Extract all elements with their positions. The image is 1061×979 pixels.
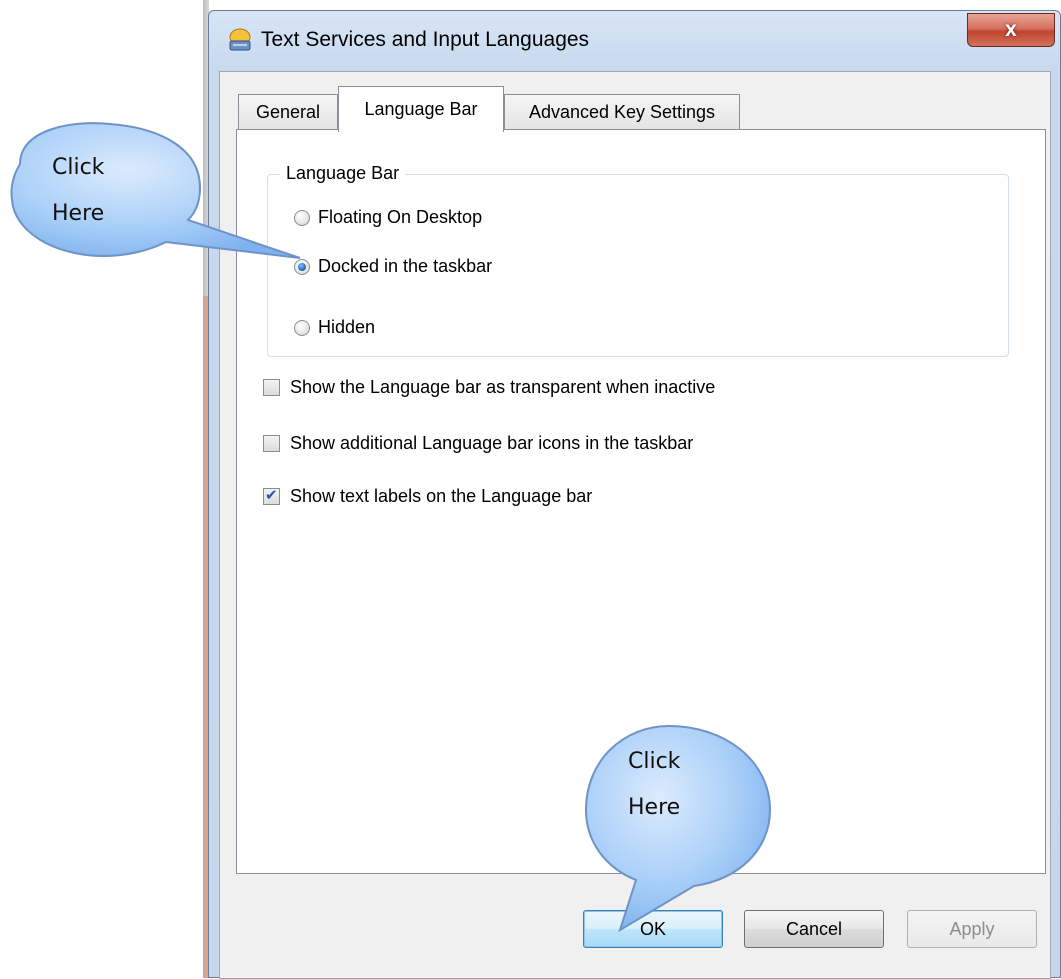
checkbox-checked[interactable]	[263, 486, 280, 505]
cancel-button-label: Cancel	[785, 918, 843, 939]
radio-button[interactable]	[294, 319, 310, 336]
radio-label: Hidden	[318, 317, 376, 337]
callout-bubble-radio	[10, 122, 301, 259]
checkbox-label: Show additional Language bar icons in th…	[290, 433, 694, 453]
radio-floating-on-desktop[interactable]: Floating On Desktop	[294, 207, 482, 228]
checkbox-transparent-when-inactive[interactable]: Show the Language bar as transparent whe…	[263, 377, 715, 398]
checkbox-label: Show the Language bar as transparent whe…	[290, 377, 716, 397]
language-bar-groupbox: Language Bar Floating On Desktop Docked …	[267, 163, 1009, 357]
tab-language-bar[interactable]: Language Bar	[338, 86, 504, 132]
checkbox-show-text-labels[interactable]: Show text labels on the Language bar	[263, 486, 592, 507]
apply-button-label: Apply	[949, 918, 995, 939]
callout-bubble-ok	[584, 724, 772, 933]
close-icon: x	[1005, 18, 1017, 41]
tab-label: Language Bar	[364, 99, 478, 119]
dialog-title: Text Services and Input Languages	[261, 28, 590, 51]
radio-label: Floating On Desktop	[318, 207, 483, 227]
checkbox-additional-icons[interactable]: Show additional Language bar icons in th…	[263, 433, 693, 454]
radio-label: Docked in the taskbar	[318, 256, 493, 276]
radio-docked-in-taskbar[interactable]: Docked in the taskbar	[294, 256, 492, 277]
tab-label: Advanced Key Settings	[528, 102, 716, 122]
checkbox[interactable]	[263, 435, 280, 452]
tab-advanced-key-settings[interactable]: Advanced Key Settings	[504, 94, 740, 130]
callout-text-line1: Click	[52, 155, 105, 180]
apply-button[interactable]: Apply	[907, 910, 1037, 948]
checkbox-label: Show text labels on the Language bar	[290, 486, 593, 506]
callout-text-line2: Here	[52, 201, 105, 226]
callout-text-line2: Here	[628, 795, 681, 820]
title-bar: Text Services and Input Languages x	[209, 11, 1060, 71]
close-button[interactable]: x	[967, 13, 1055, 47]
keyboard-globe-icon	[229, 28, 251, 51]
callout-text-line1: Click	[628, 749, 681, 774]
checkbox[interactable]	[263, 379, 280, 396]
radio-hidden[interactable]: Hidden	[294, 317, 375, 338]
